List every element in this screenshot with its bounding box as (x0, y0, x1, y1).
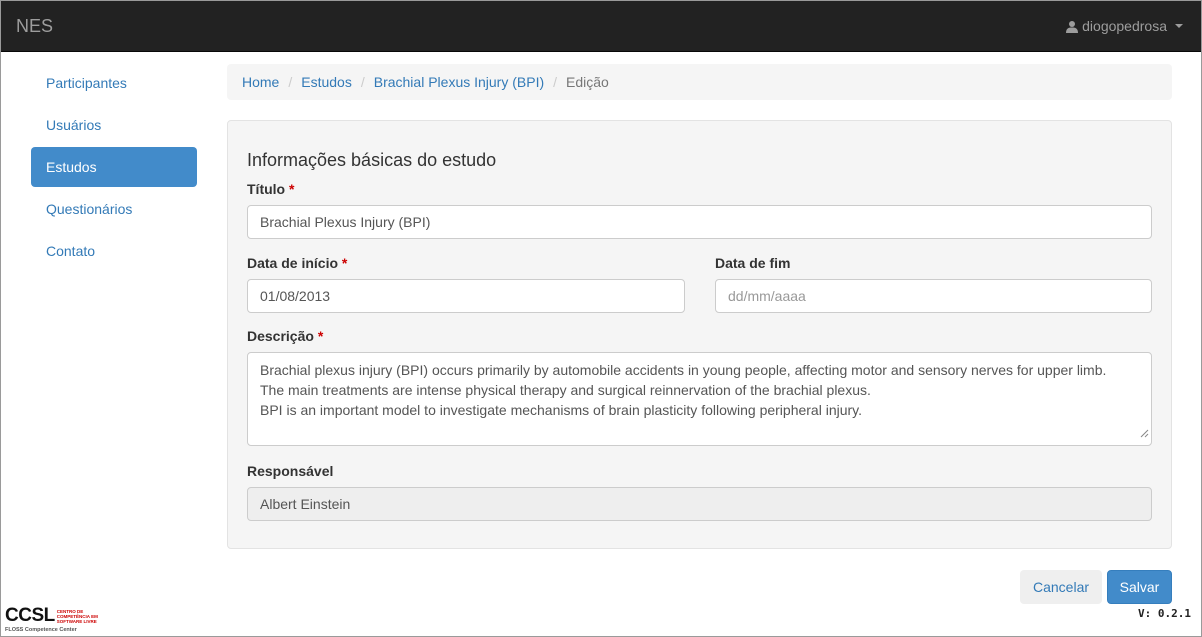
sidebar-item-usuarios[interactable]: Usuários (31, 105, 197, 145)
responsible-label-text: Responsável (247, 463, 334, 479)
end-date-placeholder: dd/mm/aaaa (728, 288, 806, 304)
description-line: Brachial plexus injury (BPI) occurs prim… (260, 362, 1107, 378)
start-date-label: Data de início * (247, 255, 347, 271)
caret-down-icon (1175, 24, 1183, 28)
description-label-text: Descrição (247, 328, 314, 344)
end-date-label: Data de fim (715, 255, 790, 271)
brand-logo[interactable]: NES (16, 16, 53, 37)
logo-subtitle: FLOSS Competence Center (5, 627, 77, 633)
sidebar-nav: Participantes Usuários Estudos Questioná… (31, 63, 197, 273)
logo-text: CCSL (5, 605, 55, 626)
breadcrumb-separator: / (288, 74, 293, 90)
user-icon (1066, 20, 1079, 33)
breadcrumb-separator: / (360, 74, 365, 90)
sidebar-item-estudos[interactable]: Estudos (31, 147, 197, 187)
sidebar-item-contato[interactable]: Contato (31, 231, 197, 271)
top-navbar: NES diogopedrosa (1, 1, 1201, 52)
start-date-input[interactable]: 01/08/2013 (247, 279, 685, 313)
end-date-input[interactable]: dd/mm/aaaa (715, 279, 1152, 313)
required-mark: * (317, 328, 324, 344)
responsible-field: Albert Einstein (247, 487, 1152, 521)
description-line: BPI is an important model to investigate… (260, 402, 863, 418)
sidebar-item-participantes[interactable]: Participantes (31, 63, 197, 103)
cancel-button[interactable]: Cancelar (1020, 570, 1102, 604)
version-label: V: 0.2.1 (1138, 607, 1191, 620)
required-mark: * (289, 181, 295, 197)
title-label-text: Título (247, 181, 286, 197)
username: diogopedrosa (1082, 18, 1167, 34)
breadcrumb: Home / Estudos / Brachial Plexus Injury … (227, 64, 1172, 100)
responsible-value: Albert Einstein (260, 496, 351, 512)
breadcrumb-study[interactable]: Brachial Plexus Injury (BPI) (374, 74, 544, 90)
start-date-value: 01/08/2013 (260, 288, 331, 304)
end-date-label-text: Data de fim (715, 255, 791, 271)
breadcrumb-home[interactable]: Home (242, 74, 279, 90)
resize-grip-icon[interactable] (1140, 423, 1149, 443)
ccsl-logo: CCSL CENTRO DE COMPETÊNCIA EM SOFTWARE L… (5, 605, 98, 634)
logo-caption: CENTRO DE COMPETÊNCIA EM SOFTWARE LIVRE (57, 609, 98, 624)
title-input-value: Brachial Plexus Injury (BPI) (260, 214, 431, 230)
title-label: Título * (247, 181, 294, 197)
start-date-label-text: Data de início (247, 255, 339, 271)
study-form-panel: Informações básicas do estudo Título * B… (227, 120, 1172, 549)
responsible-label: Responsável (247, 463, 333, 479)
logo-caption-line: SOFTWARE LIVRE (56, 619, 97, 624)
user-menu[interactable]: diogopedrosa (1066, 18, 1183, 34)
required-mark: * (341, 255, 348, 271)
title-input[interactable]: Brachial Plexus Injury (BPI) (247, 205, 1152, 239)
breadcrumb-estudos[interactable]: Estudos (301, 74, 352, 90)
save-button[interactable]: Salvar (1107, 570, 1172, 604)
description-textarea[interactable]: Brachial plexus injury (BPI) occurs prim… (247, 352, 1152, 446)
sidebar-item-questionarios[interactable]: Questionários (31, 189, 197, 229)
section-title: Informações básicas do estudo (247, 150, 497, 170)
description-line: The main treatments are intense physical… (260, 382, 871, 398)
breadcrumb-separator: / (553, 74, 558, 90)
breadcrumb-current: Edição (566, 74, 609, 90)
description-label: Descrição * (247, 328, 323, 344)
